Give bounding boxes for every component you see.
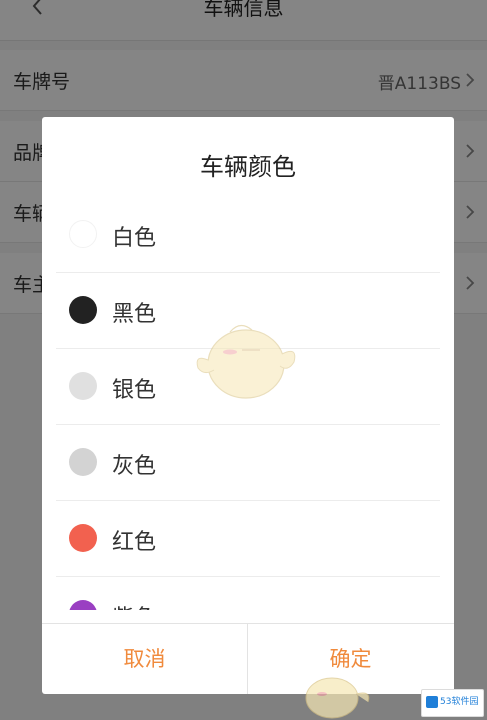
silver-swatch — [69, 372, 97, 400]
mascot-watermark-icon — [196, 324, 296, 399]
color-option-white[interactable]: 白色 — [42, 197, 454, 273]
logo-mark-icon — [426, 696, 438, 708]
color-label: 黑色 — [112, 302, 157, 327]
gray-swatch — [69, 448, 97, 476]
color-option-red[interactable]: 红色 — [42, 501, 454, 577]
color-label: 红色 — [112, 530, 157, 555]
cancel-button[interactable]: 取消 — [42, 624, 247, 694]
dialog-title: 车辆颜色 — [200, 153, 296, 181]
vehicle-color-dialog: 车辆颜色 白色 黑色 银色 灰色 红色 紫色 — [42, 117, 454, 694]
color-option-gray[interactable]: 灰色 — [42, 425, 454, 501]
red-swatch — [69, 524, 97, 552]
site-logo-watermark: 53软件园 — [421, 689, 484, 717]
logo-text: 53软件园 — [440, 697, 479, 707]
mascot-watermark-icon — [305, 677, 370, 719]
color-label: 紫色 — [112, 600, 156, 610]
color-label: 白色 — [112, 226, 157, 251]
purple-swatch — [69, 600, 97, 610]
white-swatch — [69, 220, 97, 248]
black-swatch — [69, 296, 97, 324]
color-option-purple[interactable]: 紫色 — [42, 577, 454, 610]
dialog-footer: 取消 确定 — [42, 623, 454, 694]
color-label: 银色 — [112, 378, 157, 403]
color-label: 灰色 — [112, 454, 157, 479]
